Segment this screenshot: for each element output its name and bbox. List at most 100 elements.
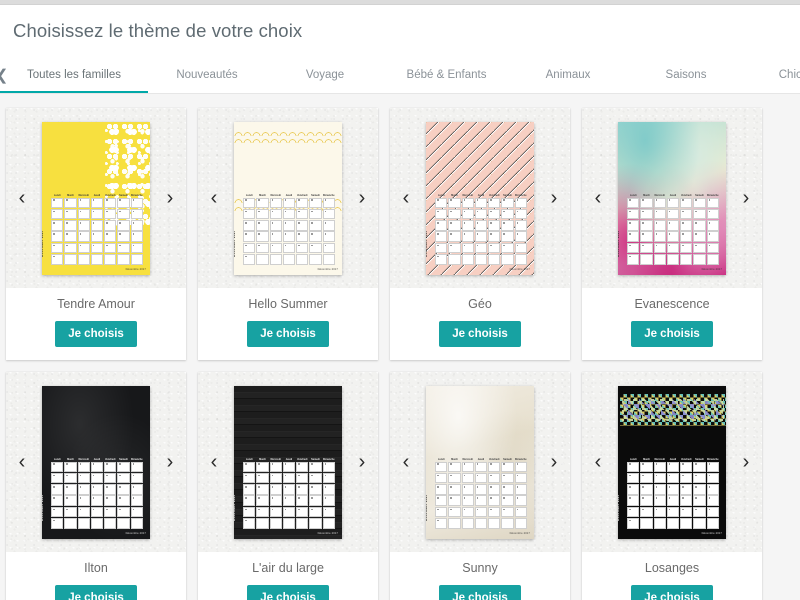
poster-month-label: Décembre 2017 (618, 229, 620, 257)
carousel-next-icon[interactable]: › (351, 449, 373, 475)
calendar-cell (256, 208, 269, 220)
calendar-cell (256, 197, 269, 209)
tab-animaux[interactable]: Animaux (509, 56, 627, 93)
calendar-preview: Lundi Mardi Mercredi Jeudi Vendredi Samedi Dim… (51, 194, 143, 265)
chevron-left-icon[interactable]: ❮ (0, 56, 10, 93)
tab-saisons[interactable]: Saisons (627, 56, 745, 93)
calendar-cell (448, 506, 461, 518)
calendar-preview: Lundi Mardi Mercredi Jeudi Vendredi Samedi Dim… (51, 458, 143, 529)
choose-theme-button[interactable]: Je choisis (247, 321, 329, 347)
carousel-next-icon[interactable]: › (351, 185, 373, 211)
tab-b-b-enfants[interactable]: Bébé & Enfants (384, 56, 509, 93)
theme-card[interactable]: ‹ › Décembre 2017 Lundi Mardi Mercredi Jeudi Ve… (390, 372, 570, 600)
carousel-next-icon[interactable]: › (543, 185, 565, 211)
calendar-cell (501, 242, 514, 254)
poster-corner-label: Décembre 2017 (509, 532, 530, 535)
calendar-cell (653, 231, 666, 242)
calendar-day-names: Lundi Mardi Mercredi Jeudi Vendredi Samedi Dim… (435, 458, 527, 461)
calendar-cell (117, 495, 130, 506)
choose-theme-button[interactable]: Je choisis (55, 585, 137, 600)
carousel-next-icon[interactable]: › (735, 185, 757, 211)
tab-toutes-les-familles[interactable]: Toutes les familles (0, 56, 148, 93)
tab-chic-du-n[interactable]: Chic du N (745, 56, 800, 93)
calendar-cell (296, 518, 309, 529)
carousel-next-icon[interactable]: › (543, 449, 565, 475)
carousel-prev-icon[interactable]: ‹ (587, 449, 609, 475)
theme-card[interactable]: ‹ › Décembre 2017 Lundi Mardi Mercredi Jeudi Ve… (198, 108, 378, 360)
tab-voyage[interactable]: Voyage (266, 56, 384, 93)
calendar-cell (666, 197, 680, 209)
calendar-day-names: Lundi Mardi Mercredi Jeudi Vendredi Samedi Dim… (243, 458, 335, 461)
calendar-cell (104, 518, 117, 529)
calendar-cell (64, 461, 77, 473)
calendar-cell (435, 472, 448, 484)
theme-card[interactable]: ‹ › Décembre 2017 Lundi Mardi Mercredi Jeudi Ve… (198, 372, 378, 600)
theme-card[interactable]: ‹ › Décembre 2017 Lundi Mardi Mercredi Jeudi Ve… (390, 108, 570, 360)
calendar-cell (104, 220, 117, 231)
calendar-cell (282, 518, 296, 529)
calendar-cell (666, 461, 680, 473)
theme-card[interactable]: ‹ › Décembre 2017 Lundi Mardi Mercredi Jeudi Ve… (582, 372, 762, 600)
calendar-cell (256, 231, 269, 242)
calendar-day-name: Samedi (503, 457, 512, 461)
choose-theme-button[interactable]: Je choisis (631, 585, 713, 600)
carousel-prev-icon[interactable]: ‹ (587, 185, 609, 211)
calendar-cell (117, 220, 130, 231)
calendar-day-name: Lundi (629, 457, 637, 461)
calendar-day-name: Mercredi (654, 193, 665, 197)
calendar-cell (706, 484, 719, 495)
calendar-day-name: Dimanche (322, 457, 335, 461)
carousel-prev-icon[interactable]: ‹ (395, 449, 417, 475)
calendar-cell (666, 208, 680, 220)
carousel-next-icon[interactable]: › (159, 449, 181, 475)
calendar-day-name: Lundi (629, 193, 637, 197)
calendar-day-name: Jeudi (285, 457, 293, 461)
calendar-cell (130, 484, 143, 495)
choose-theme-button[interactable]: Je choisis (631, 321, 713, 347)
choose-theme-button[interactable]: Je choisis (247, 585, 329, 600)
theme-card[interactable]: ‹ › Décembre 2017 Lundi Mardi Mercredi Jeudi Ve… (6, 372, 186, 600)
tab-label: Saisons (665, 68, 707, 81)
calendar-cell (269, 461, 282, 473)
calendar-cell (474, 231, 488, 242)
carousel-next-icon[interactable]: › (735, 449, 757, 475)
calendar-cell (680, 242, 693, 254)
calendar-cell (666, 242, 680, 254)
calendar-cell (296, 220, 309, 231)
calendar-day-names: Lundi Mardi Mercredi Jeudi Vendredi Samedi Dim… (51, 458, 143, 461)
calendar-cell (627, 231, 640, 242)
theme-name: Losanges (644, 561, 700, 575)
calendar-cell (243, 197, 256, 209)
choose-theme-button[interactable]: Je choisis (55, 321, 137, 347)
calendar-cell (51, 472, 64, 484)
calendar-cell (474, 208, 488, 220)
carousel-prev-icon[interactable]: ‹ (11, 185, 33, 211)
calendar-cell (256, 518, 269, 529)
calendar-cell (488, 220, 501, 231)
category-tab-bar[interactable]: ❮ Toutes les familles Nouveautés Voyage Béb… (0, 56, 800, 94)
calendar-cell (269, 231, 282, 242)
carousel-prev-icon[interactable]: ‹ (11, 449, 33, 475)
calendar-cell (627, 208, 640, 220)
calendar-cell (474, 461, 488, 473)
carousel-next-icon[interactable]: › (159, 185, 181, 211)
theme-card[interactable]: ‹ › Décembre 2017 Lundi Mardi Mercredi Jeudi Ve… (6, 108, 186, 360)
choose-theme-button[interactable]: Je choisis (439, 321, 521, 347)
carousel-prev-icon[interactable]: ‹ (395, 185, 417, 211)
theme-card[interactable]: ‹ › Décembre 2017 Lundi Mardi Mercredi Jeudi Ve… (582, 108, 762, 360)
calendar-cell (488, 231, 501, 242)
calendar-cell (501, 472, 514, 484)
calendar-cell (243, 208, 256, 220)
choose-theme-button[interactable]: Je choisis (439, 585, 521, 600)
calendar-cell (256, 461, 269, 473)
carousel-prev-icon[interactable]: ‹ (203, 449, 225, 475)
theme-card-body: Tendre Amour Je choisis (6, 288, 186, 360)
calendar-cell (680, 254, 693, 265)
theme-card-slot: ‹ › Décembre 2017 Lundi Mardi Mercredi Jeudi Ve… (192, 366, 384, 600)
calendar-cell (309, 506, 322, 518)
calendar-cell (435, 254, 448, 265)
carousel-prev-icon[interactable]: ‹ (203, 185, 225, 211)
tab-nouveaut-s[interactable]: Nouveautés (148, 56, 266, 93)
calendar-cell (117, 484, 130, 495)
calendar-day-name: Mercredi (462, 193, 473, 197)
